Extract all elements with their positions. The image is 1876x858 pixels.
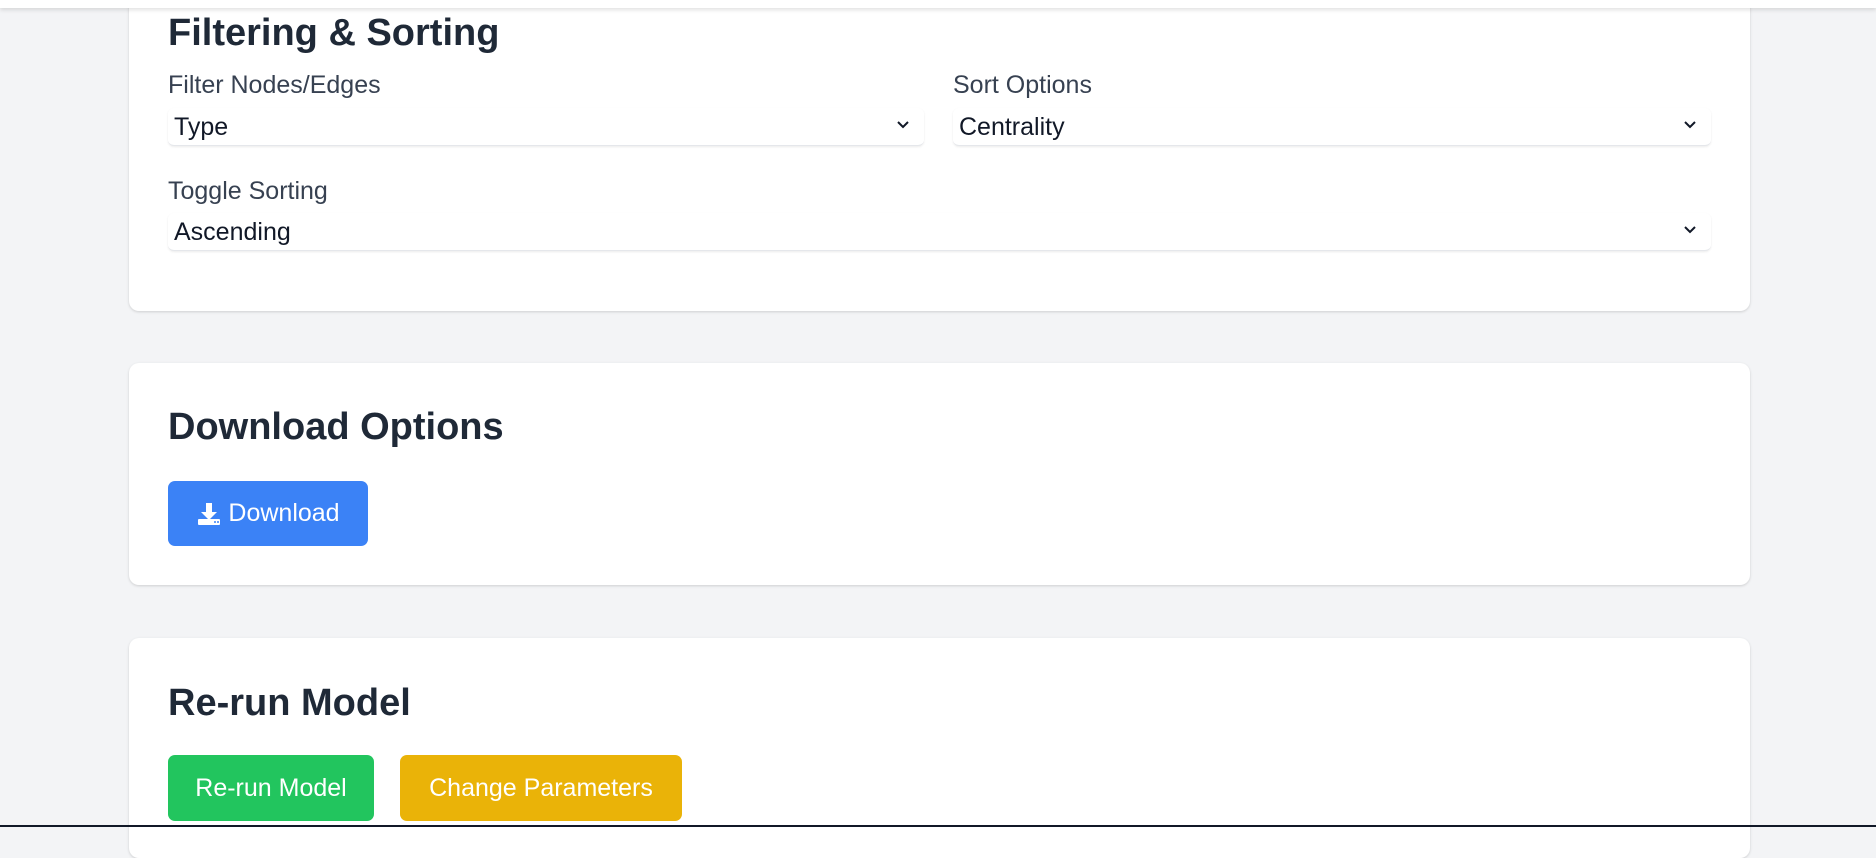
filter-nodes-edges-value: Type	[174, 113, 229, 141]
sort-options-label: Sort Options	[953, 71, 1092, 99]
rerun-model-button[interactable]: Re-run Model	[168, 755, 374, 821]
download-options-card: Download Options Download	[129, 363, 1750, 585]
download-options-title: Download Options	[168, 406, 504, 448]
chevron-down-icon	[1684, 226, 1696, 234]
filter-nodes-edges-label: Filter Nodes/Edges	[168, 71, 381, 99]
toggle-sorting-label: Toggle Sorting	[168, 177, 328, 205]
filtering-sorting-title: Filtering & Sorting	[168, 12, 500, 54]
chevron-down-icon	[897, 121, 909, 129]
filtering-sorting-card: Filtering & Sorting Filter Nodes/Edges T…	[129, 0, 1750, 311]
change-parameters-button-label: Change Parameters	[429, 773, 653, 802]
rerun-model-title: Re-run Model	[168, 682, 411, 724]
sort-options-value: Centrality	[959, 113, 1065, 141]
change-parameters-button[interactable]: Change Parameters	[400, 755, 682, 821]
rerun-model-button-label: Re-run Model	[195, 773, 347, 802]
download-button-label: Download	[228, 499, 340, 527]
chevron-down-icon	[1684, 121, 1696, 129]
top-header-bar	[0, 0, 1876, 8]
download-icon	[198, 502, 221, 525]
toggle-sorting-value: Ascending	[174, 218, 291, 246]
download-button[interactable]: Download	[168, 481, 368, 546]
toggle-sorting-select[interactable]: Ascending	[168, 213, 1711, 251]
filter-nodes-edges-select[interactable]: Type	[168, 108, 924, 146]
sort-options-select[interactable]: Centrality	[953, 108, 1711, 146]
